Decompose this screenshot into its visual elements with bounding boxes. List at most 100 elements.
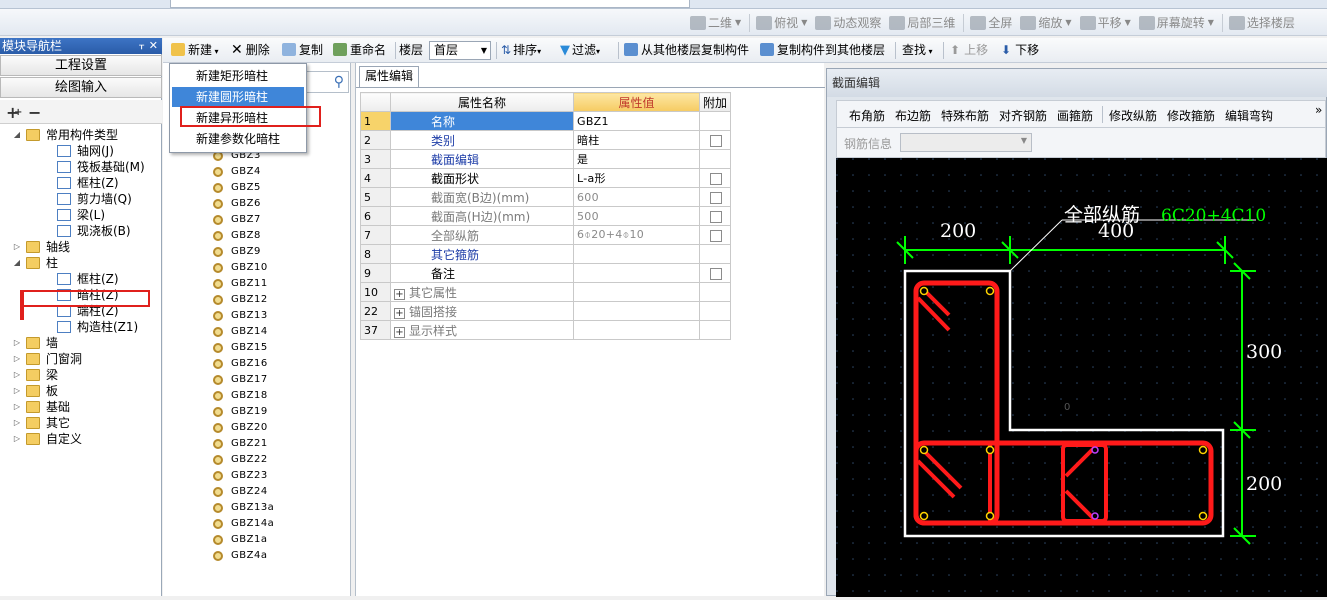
property-value[interactable] [573, 282, 700, 302]
tree-item[interactable]: ▷ 门窗洞 [0, 351, 160, 367]
collapse-all-icon[interactable]: − [28, 103, 41, 122]
close-icon[interactable]: ✕ [149, 38, 158, 54]
property-value[interactable]: 是 [573, 149, 700, 169]
property-value[interactable]: L-a形 [573, 168, 700, 188]
section-tool-button[interactable]: 编辑弯钩 [1225, 107, 1273, 124]
property-row[interactable]: 2 类别 暗柱 [360, 130, 732, 150]
property-value[interactable]: 500 [573, 206, 700, 226]
tree-item[interactable]: 轴网(J) [0, 143, 160, 159]
menu-item-new-column[interactable]: 新建圆形暗柱 [172, 87, 304, 107]
property-row[interactable]: 6 截面高(H边)(mm) 500 [360, 206, 732, 226]
property-value[interactable] [573, 263, 700, 283]
property-row[interactable]: 4 截面形状 L-a形 [360, 168, 732, 188]
extra-checkbox[interactable] [710, 191, 722, 204]
expand-arrow-icon[interactable]: ▷ [12, 415, 22, 431]
view-toolbar-item[interactable]: 局部三维 [889, 14, 955, 31]
property-value[interactable]: 600 [573, 187, 700, 207]
extra-checkbox[interactable] [710, 134, 722, 147]
pin-icon[interactable]: ᚁ [139, 38, 144, 54]
tree-item[interactable]: 构造柱(Z1) [0, 319, 160, 335]
extra-checkbox[interactable] [710, 172, 722, 185]
tree-item[interactable]: ▷ 轴线 [0, 239, 160, 255]
tree-item[interactable]: ▷ 基础 [0, 399, 160, 415]
tree-item[interactable]: 框柱(Z) [0, 271, 160, 287]
rebar-info-select[interactable]: ▼ [900, 133, 1032, 152]
tree-item[interactable]: ▷ 板 [0, 383, 160, 399]
property-row[interactable]: 37 + 显示样式 [360, 320, 732, 340]
copy-from-floor-button[interactable]: 从其他楼层复制构件 [624, 42, 749, 59]
find-button[interactable]: 查找 ▾ [902, 42, 933, 59]
expand-plus-icon[interactable]: + [394, 326, 405, 338]
view-toolbar-item[interactable]: 缩放 ▼ [1020, 14, 1072, 31]
expand-arrow-icon[interactable]: ▷ [12, 399, 22, 415]
view-toolbar-item[interactable]: 动态观察 [815, 14, 881, 31]
tree-item[interactable]: ◢ 柱 [0, 255, 160, 271]
project-settings-button[interactable]: 工程设置 [0, 55, 162, 76]
property-value[interactable]: 暗柱 [573, 130, 700, 150]
section-tool-button[interactable]: 对齐钢筋 [999, 107, 1047, 124]
extra-checkbox[interactable] [710, 267, 722, 280]
tree-item[interactable]: ◢ 常用构件类型 [0, 127, 160, 143]
section-tool-button[interactable]: 布边筋 [895, 107, 931, 124]
tree-item[interactable]: 现浇板(B) [0, 223, 160, 239]
rename-button[interactable]: 重命名 [333, 42, 386, 59]
section-tool-button[interactable]: 修改箍筋 [1167, 107, 1215, 124]
view-toolbar-item[interactable]: 选择楼层 [1228, 14, 1295, 31]
search-input[interactable]: ⚲ [303, 71, 349, 93]
property-row[interactable]: 8 其它箍筋 [360, 244, 732, 264]
tree-item[interactable]: ▷ 梁 [0, 367, 160, 383]
sort-button[interactable]: ⇅ 排序▾ [501, 42, 541, 59]
tree-item[interactable]: ▷ 其它 [0, 415, 160, 431]
extra-checkbox[interactable] [710, 210, 722, 223]
tree-item[interactable]: 框柱(Z) [0, 175, 160, 191]
property-row[interactable]: 7 全部纵筋 6⌽20+4⌽10 [360, 225, 732, 245]
property-row[interactable]: 22 + 锚固搭接 [360, 301, 732, 321]
property-value[interactable]: GBZ1 [573, 111, 700, 131]
expand-arrow-icon[interactable]: ▷ [12, 239, 22, 255]
tree-item[interactable]: ▷ 墙 [0, 335, 160, 351]
property-row[interactable]: 9 备注 [360, 263, 732, 283]
new-button[interactable]: 新建 ▾ [171, 42, 219, 59]
expand-arrow-icon[interactable]: ▷ [12, 351, 22, 367]
expand-arrow-icon[interactable]: ▷ [12, 335, 22, 351]
property-row[interactable]: 5 截面宽(B边)(mm) 600 [360, 187, 732, 207]
menu-item-new-column[interactable]: 新建矩形暗柱 [172, 66, 304, 86]
section-tool-button[interactable]: 特殊布筋 [941, 107, 989, 124]
property-value[interactable] [573, 320, 700, 340]
copy-button[interactable]: 复制 [282, 42, 323, 59]
property-row[interactable]: 10 + 其它属性 [360, 282, 732, 302]
menu-item-new-column[interactable]: 新建参数化暗柱 [172, 129, 304, 149]
tree-item[interactable]: 剪力墙(Q) [0, 191, 160, 207]
property-value[interactable]: 6⌽20+4⌽10 [573, 225, 700, 245]
section-tool-button[interactable]: 布角筋 [849, 107, 885, 124]
property-value[interactable] [573, 244, 700, 264]
section-tool-button[interactable]: 画箍筋 [1057, 107, 1093, 124]
section-canvas[interactable]: 200 400 300 200 全部纵筋 6C20+4C10 0 [836, 158, 1327, 597]
filter-button[interactable]: ▼ 过滤▾ [560, 42, 600, 59]
property-row[interactable]: 1 名称 GBZ1 [360, 111, 732, 131]
tree-item[interactable]: ▷ 自定义 [0, 431, 160, 447]
more-tools-icon[interactable]: » [1315, 103, 1322, 117]
tree-item[interactable]: 筏板基础(M) [0, 159, 160, 175]
expand-arrow-icon[interactable]: ▷ [12, 431, 22, 447]
tab-property-edit[interactable]: 属性编辑 [359, 66, 419, 87]
section-tool-button[interactable]: 修改纵筋 [1109, 107, 1157, 124]
drawing-input-button[interactable]: 绘图输入 [0, 77, 162, 98]
expand-arrow-icon[interactable]: ▷ [12, 383, 22, 399]
collapse-arrow-icon[interactable]: ◢ [12, 127, 22, 143]
property-value[interactable] [573, 301, 700, 321]
floor-select[interactable]: 首层 ▼ [429, 41, 491, 60]
collapse-arrow-icon[interactable]: ◢ [12, 255, 22, 271]
copy-to-floor-button[interactable]: 复制构件到其他楼层 [760, 42, 885, 59]
delete-button[interactable]: ✕ 删除 [231, 42, 270, 59]
move-up-button[interactable]: ⬆ 上移 [950, 42, 988, 59]
property-row[interactable]: 3 截面编辑 是 [360, 149, 732, 169]
view-toolbar-item[interactable]: 平移 ▼ [1079, 14, 1131, 31]
view-toolbar-item[interactable]: 俯视 ▼ [756, 14, 807, 31]
tree-item[interactable]: 梁(L) [0, 207, 160, 223]
expand-plus-icon[interactable]: + [394, 307, 405, 319]
view-toolbar-item[interactable]: 二维 ▼ [690, 14, 741, 31]
extra-checkbox[interactable] [710, 229, 722, 242]
search-icon[interactable]: ⚲ [334, 74, 344, 90]
view-toolbar-item[interactable]: 全屏 [970, 14, 1012, 31]
